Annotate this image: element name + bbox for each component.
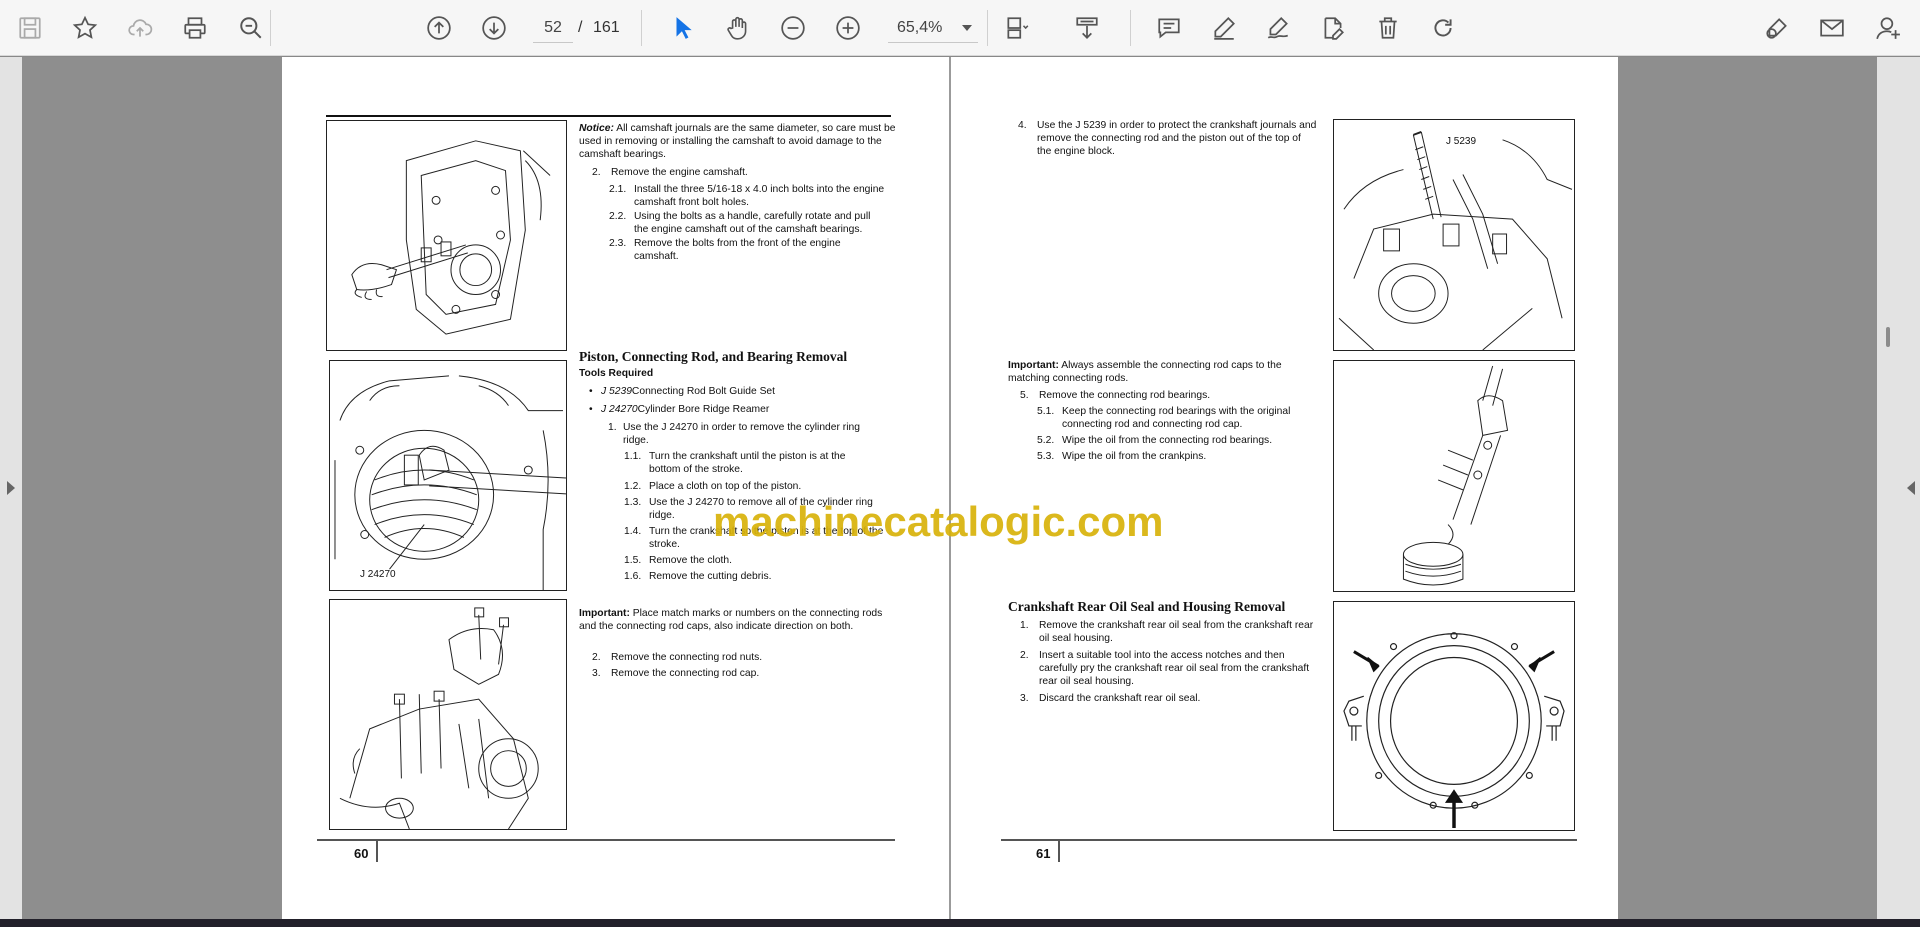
save-icon[interactable]: [14, 12, 46, 44]
step-1-seal: 1. Remove the crankshaft rear oil seal fr…: [1020, 620, 1314, 644]
email-icon[interactable]: [1816, 12, 1848, 44]
edit-file-icon[interactable]: [1317, 12, 1349, 44]
step-2-pry: 2. Insert a suitable tool into the access…: [1020, 650, 1310, 687]
step-5-1: 5.1. Keep the connecting rod bearings wit…: [1037, 406, 1291, 430]
top-rule: [326, 115, 891, 117]
step-2-nuts: 2. Remove the connecting rod nuts.: [592, 652, 763, 663]
page-61: 4. Use the J 5239 in order to protect the…: [951, 57, 1618, 919]
step-1-1: 1.1. Turn the crankshaft until the piston…: [624, 451, 846, 475]
important-label: Important:: [579, 608, 630, 619]
cloud-upload-icon[interactable]: [124, 12, 156, 44]
scroll-mode-icon[interactable]: [1071, 12, 1103, 44]
step-2-3: 2.3. Remove the bolts from the front of t…: [609, 238, 841, 262]
footer-tick: [376, 840, 378, 862]
notice-label: Notice:: [579, 123, 614, 134]
print-icon[interactable]: [179, 12, 211, 44]
step-1-6: 1.6. Remove the cutting debris.: [624, 571, 772, 582]
comment-icon[interactable]: [1153, 12, 1185, 44]
footer-tick-right: [1058, 840, 1060, 862]
tool-j24270: • J 24270 Cylinder Bore Ridge Reamer: [589, 404, 770, 415]
step-1-5: 1.5. Remove the cloth.: [624, 555, 732, 566]
zoom-level-value: 65,4%: [897, 19, 943, 36]
tools-required-label: Tools Required: [579, 368, 654, 379]
page-up-icon[interactable]: [423, 12, 455, 44]
watermark-text: machinecatalogic.com: [713, 498, 1164, 545]
sign-icon[interactable]: [1262, 12, 1294, 44]
star-icon[interactable]: [69, 12, 101, 44]
page-number-61: 61: [1036, 846, 1051, 861]
step-2: 2. Remove the engine camshaft.: [592, 167, 748, 178]
fig-label-j24270: J 24270: [360, 569, 396, 580]
connecting-rod-figure: [329, 599, 567, 830]
step-5-3: 5.3. Wipe the oil from the crankpins.: [1037, 451, 1207, 462]
highlight-pen-icon[interactable]: [1208, 12, 1240, 44]
step-2-2: 2.2. Using the bolts as a handle, careful…: [609, 211, 871, 235]
footer-rule-right: [1001, 839, 1577, 841]
step-2-1: 2.1. Install the three 5/16-18 x 4.0 inch…: [609, 184, 885, 208]
page-number-input[interactable]: 52: [533, 13, 573, 43]
add-user-icon[interactable]: [1872, 12, 1904, 44]
notice-paragraph: Notice: All camshaft journals are the sa…: [579, 122, 899, 161]
section-title-crankshaft: Crankshaft Rear Oil Seal and Housing Rem…: [1008, 599, 1286, 614]
zoom-level-select[interactable]: 65,4%: [888, 13, 978, 43]
rod-guide-figure: J 5239: [1333, 119, 1575, 351]
step-3-discard: 3. Discard the crankshaft rear oil seal.: [1020, 693, 1201, 704]
step-1: 1. Use the J 24270 in order to remove the…: [608, 422, 860, 446]
notice-text: All camshaft journals are the same diame…: [579, 123, 896, 160]
redo-icon[interactable]: [1427, 12, 1459, 44]
step-3-cap: 3. Remove the connecting rod cap.: [592, 668, 760, 679]
rear-oil-seal-figure: [1333, 601, 1575, 831]
footer-rule: [317, 839, 895, 841]
important-paragraph-right: Important: Always assemble the connectin…: [1008, 359, 1318, 385]
page-60: Notice: All camshaft journals are the sa…: [282, 57, 949, 919]
piston-rod-figure: [1333, 360, 1575, 592]
important-paragraph: Important: Place match marks or numbers …: [579, 607, 899, 633]
step-4: 4. Use the J 5239 in order to protect the…: [1018, 120, 1317, 157]
delete-icon[interactable]: [1372, 12, 1404, 44]
expand-right-panel-icon[interactable]: [1907, 481, 1915, 495]
expand-left-panel-icon[interactable]: [7, 481, 15, 495]
toolbar: 52 / 161 65,4%: [0, 0, 1920, 56]
page-count: 161: [593, 19, 620, 36]
important-label-right: Important:: [1008, 360, 1059, 371]
camshaft-removal-figure: [326, 120, 567, 351]
zoom-in-icon[interactable]: [832, 12, 864, 44]
step-1-2: 1.2. Place a cloth on top of the piston.: [624, 481, 802, 492]
page-separator: /: [578, 19, 583, 36]
fit-page-icon[interactable]: [1001, 12, 1033, 44]
zoom-search-icon[interactable]: [235, 12, 267, 44]
scrollbar-thumb[interactable]: [1886, 327, 1890, 347]
ridge-reamer-figure: J 24270: [329, 360, 567, 591]
taskbar-strip: [0, 919, 1920, 927]
fig-label-j5239: J 5239: [1446, 136, 1477, 147]
page-number-60: 60: [354, 846, 369, 861]
step-5-2: 5.2. Wipe the oil from the connecting rod…: [1037, 435, 1273, 446]
tool-j5239: • J 5239 Connecting Rod Bolt Guide Set: [589, 386, 776, 397]
hand-icon[interactable]: [722, 12, 754, 44]
page-down-icon[interactable]: [478, 12, 510, 44]
section-title-piston: Piston, Connecting Rod, and Bearing Remo…: [579, 349, 848, 364]
chevron-down-icon: [962, 25, 972, 31]
step-5: 5. Remove the connecting rod bearings.: [1020, 390, 1211, 401]
document-viewer[interactable]: Notice: All camshaft journals are the sa…: [0, 57, 1920, 919]
zoom-out-icon[interactable]: [777, 12, 809, 44]
select-cursor-icon[interactable]: [667, 12, 699, 44]
share-link-icon[interactable]: [1761, 12, 1793, 44]
